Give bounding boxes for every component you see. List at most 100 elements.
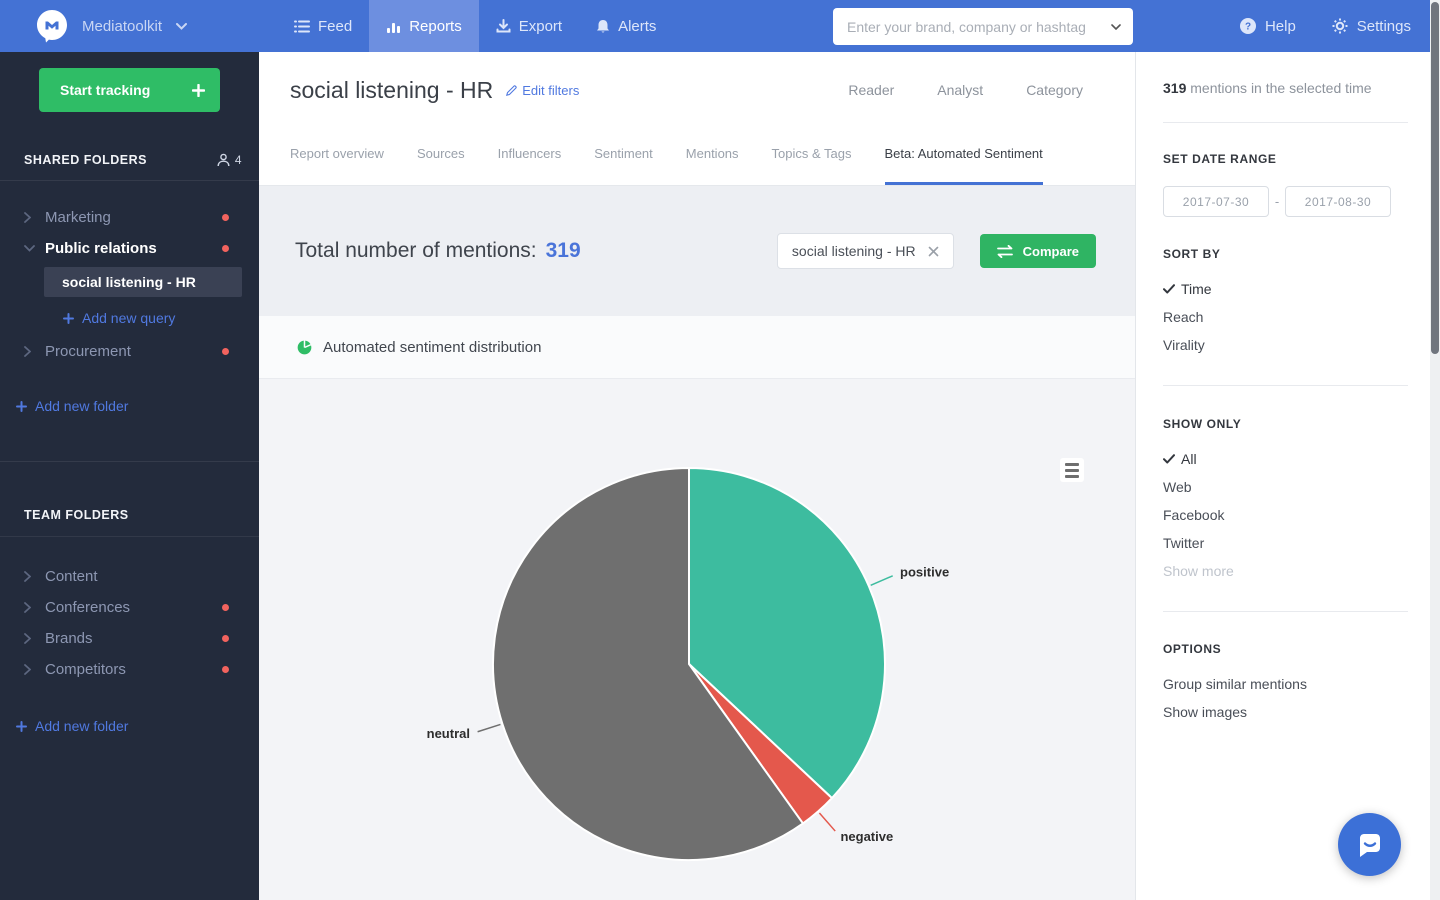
chevron-right-icon[interactable] [24, 571, 36, 582]
chevron-right-icon[interactable] [24, 602, 36, 613]
team-folders-header: TEAM FOLDERS [0, 508, 259, 537]
edit-filters-label: Edit filters [522, 83, 579, 98]
top-navbar: Mediatoolkit Feed Reports [0, 0, 1440, 52]
date-separator: - [1269, 194, 1285, 209]
page-scrollbar[interactable] [1430, 0, 1440, 900]
shared-members[interactable]: 4 [217, 153, 242, 167]
divider [1163, 611, 1408, 612]
member-count: 4 [235, 153, 242, 167]
start-tracking-button[interactable]: Start tracking [39, 68, 220, 112]
settings-button[interactable]: Settings [1332, 18, 1411, 35]
sentiment-section-title: Automated sentiment distribution [323, 339, 541, 356]
show-option-facebook[interactable]: Facebook [1163, 501, 1408, 529]
reports-bar-chart-icon [386, 20, 401, 33]
mediatoolkit-logo-icon [36, 9, 68, 43]
chevron-right-icon[interactable] [24, 633, 36, 644]
chart-export-menu-button[interactable] [1060, 458, 1084, 482]
tab-influencers[interactable]: Influencers [498, 146, 562, 185]
nav-item-label: Export [519, 18, 562, 35]
option-label: Show images [1163, 704, 1247, 720]
sort-option-time[interactable]: Time [1163, 275, 1408, 303]
folder-label: Marketing [45, 209, 111, 226]
view-reader[interactable]: Reader [848, 82, 894, 98]
total-mentions-value: 319 [546, 239, 581, 263]
show-more-link[interactable]: Show more [1163, 557, 1408, 585]
folder-label: Procurement [45, 343, 131, 360]
add-new-folder-link-2[interactable]: Add new folder [0, 718, 259, 734]
compare-arrows-icon [997, 245, 1013, 258]
tab-sources[interactable]: Sources [417, 146, 465, 185]
tab-beta-automated-sentiment[interactable]: Beta: Automated Sentiment [885, 146, 1043, 185]
person-icon [217, 153, 230, 167]
search-chevron-down-icon[interactable] [1111, 24, 1121, 30]
sort-option-label: Time [1181, 281, 1212, 297]
pie-label-neutral: neutral [427, 726, 470, 741]
team-folder-list: Content Conferences Brands [0, 561, 259, 685]
chevron-right-icon[interactable] [24, 212, 36, 223]
sentiment-section-header: Automated sentiment distribution [259, 316, 1135, 379]
app-window: Mediatoolkit Feed Reports [0, 0, 1440, 900]
options-list: Group similar mentions Show images [1163, 670, 1408, 726]
chat-launcher-button[interactable] [1338, 813, 1401, 876]
chat-bubble-icon [1356, 831, 1384, 859]
brand-menu[interactable]: Mediatoolkit [36, 0, 187, 52]
folder-competitors[interactable]: Competitors [0, 654, 259, 685]
show-option-web[interactable]: Web [1163, 473, 1408, 501]
show-option-all[interactable]: All [1163, 445, 1408, 473]
view-category[interactable]: Category [1026, 82, 1083, 98]
right-filter-panel: 319 mentions in the selected time SET DA… [1135, 52, 1440, 900]
option-show-images[interactable]: Show images [1163, 698, 1408, 726]
search-input[interactable] [833, 19, 1111, 35]
shared-folder-list: Marketing Public relations social listen… [0, 202, 259, 367]
nav-item-label: Reports [409, 18, 462, 35]
date-to-input[interactable] [1285, 186, 1391, 217]
tab-mentions[interactable]: Mentions [686, 146, 739, 185]
options-header: OPTIONS [1163, 642, 1408, 656]
add-new-folder-link[interactable]: Add new folder [0, 398, 259, 414]
folder-brands[interactable]: Brands [0, 623, 259, 654]
summary-band: Total number of mentions: 319 social lis… [259, 186, 1135, 316]
gear-icon [1332, 18, 1348, 34]
query-chip[interactable]: social listening - HR [777, 233, 954, 269]
show-option-twitter[interactable]: Twitter [1163, 529, 1408, 557]
compare-button[interactable]: Compare [980, 234, 1096, 268]
sort-option-reach[interactable]: Reach [1163, 303, 1408, 331]
date-range-controls: - [1163, 186, 1408, 217]
close-icon[interactable] [928, 246, 939, 257]
unread-dot [222, 666, 229, 673]
folder-public-relations[interactable]: Public relations [0, 233, 259, 264]
plus-icon [16, 721, 27, 732]
query-social-listening-hr[interactable]: social listening - HR [44, 267, 242, 297]
chevron-down-icon[interactable] [24, 245, 36, 252]
brand-chevron-down-icon [176, 23, 187, 30]
hamburger-icon [1065, 463, 1079, 466]
help-button[interactable]: ? Help [1240, 18, 1296, 35]
add-new-query-link[interactable]: Add new query [0, 300, 259, 336]
unread-dot [222, 604, 229, 611]
scrollbar-thumb[interactable] [1431, 2, 1439, 354]
pencil-icon [506, 85, 517, 96]
tab-topics-tags[interactable]: Topics & Tags [772, 146, 852, 185]
tab-sentiment[interactable]: Sentiment [594, 146, 653, 185]
folder-marketing[interactable]: Marketing [0, 202, 259, 233]
nav-item-feed[interactable]: Feed [277, 0, 369, 52]
edit-filters-link[interactable]: Edit filters [506, 83, 579, 98]
folder-conferences[interactable]: Conferences [0, 592, 259, 623]
tab-report-overview[interactable]: Report overview [290, 146, 384, 185]
view-analyst[interactable]: Analyst [937, 82, 983, 98]
option-group-similar-mentions[interactable]: Group similar mentions [1163, 670, 1408, 698]
chevron-right-icon[interactable] [24, 664, 36, 675]
sort-option-virality[interactable]: Virality [1163, 331, 1408, 359]
nav-item-alerts[interactable]: Alerts [579, 0, 673, 52]
folder-content[interactable]: Content [0, 561, 259, 592]
folder-procurement[interactable]: Procurement [0, 336, 259, 367]
nav-item-reports[interactable]: Reports [369, 0, 479, 52]
date-from-input[interactable] [1163, 186, 1269, 217]
nav-item-export[interactable]: Export [479, 0, 579, 52]
chevron-right-icon[interactable] [24, 346, 36, 357]
primary-nav: Feed Reports Export Alerts [277, 0, 673, 52]
query-chip-label: social listening - HR [792, 243, 916, 259]
shared-folders-title: SHARED FOLDERS [24, 153, 147, 167]
pie-label-negative: negative [840, 829, 893, 844]
team-folders-section: TEAM FOLDERS Content Conferences [0, 461, 259, 734]
